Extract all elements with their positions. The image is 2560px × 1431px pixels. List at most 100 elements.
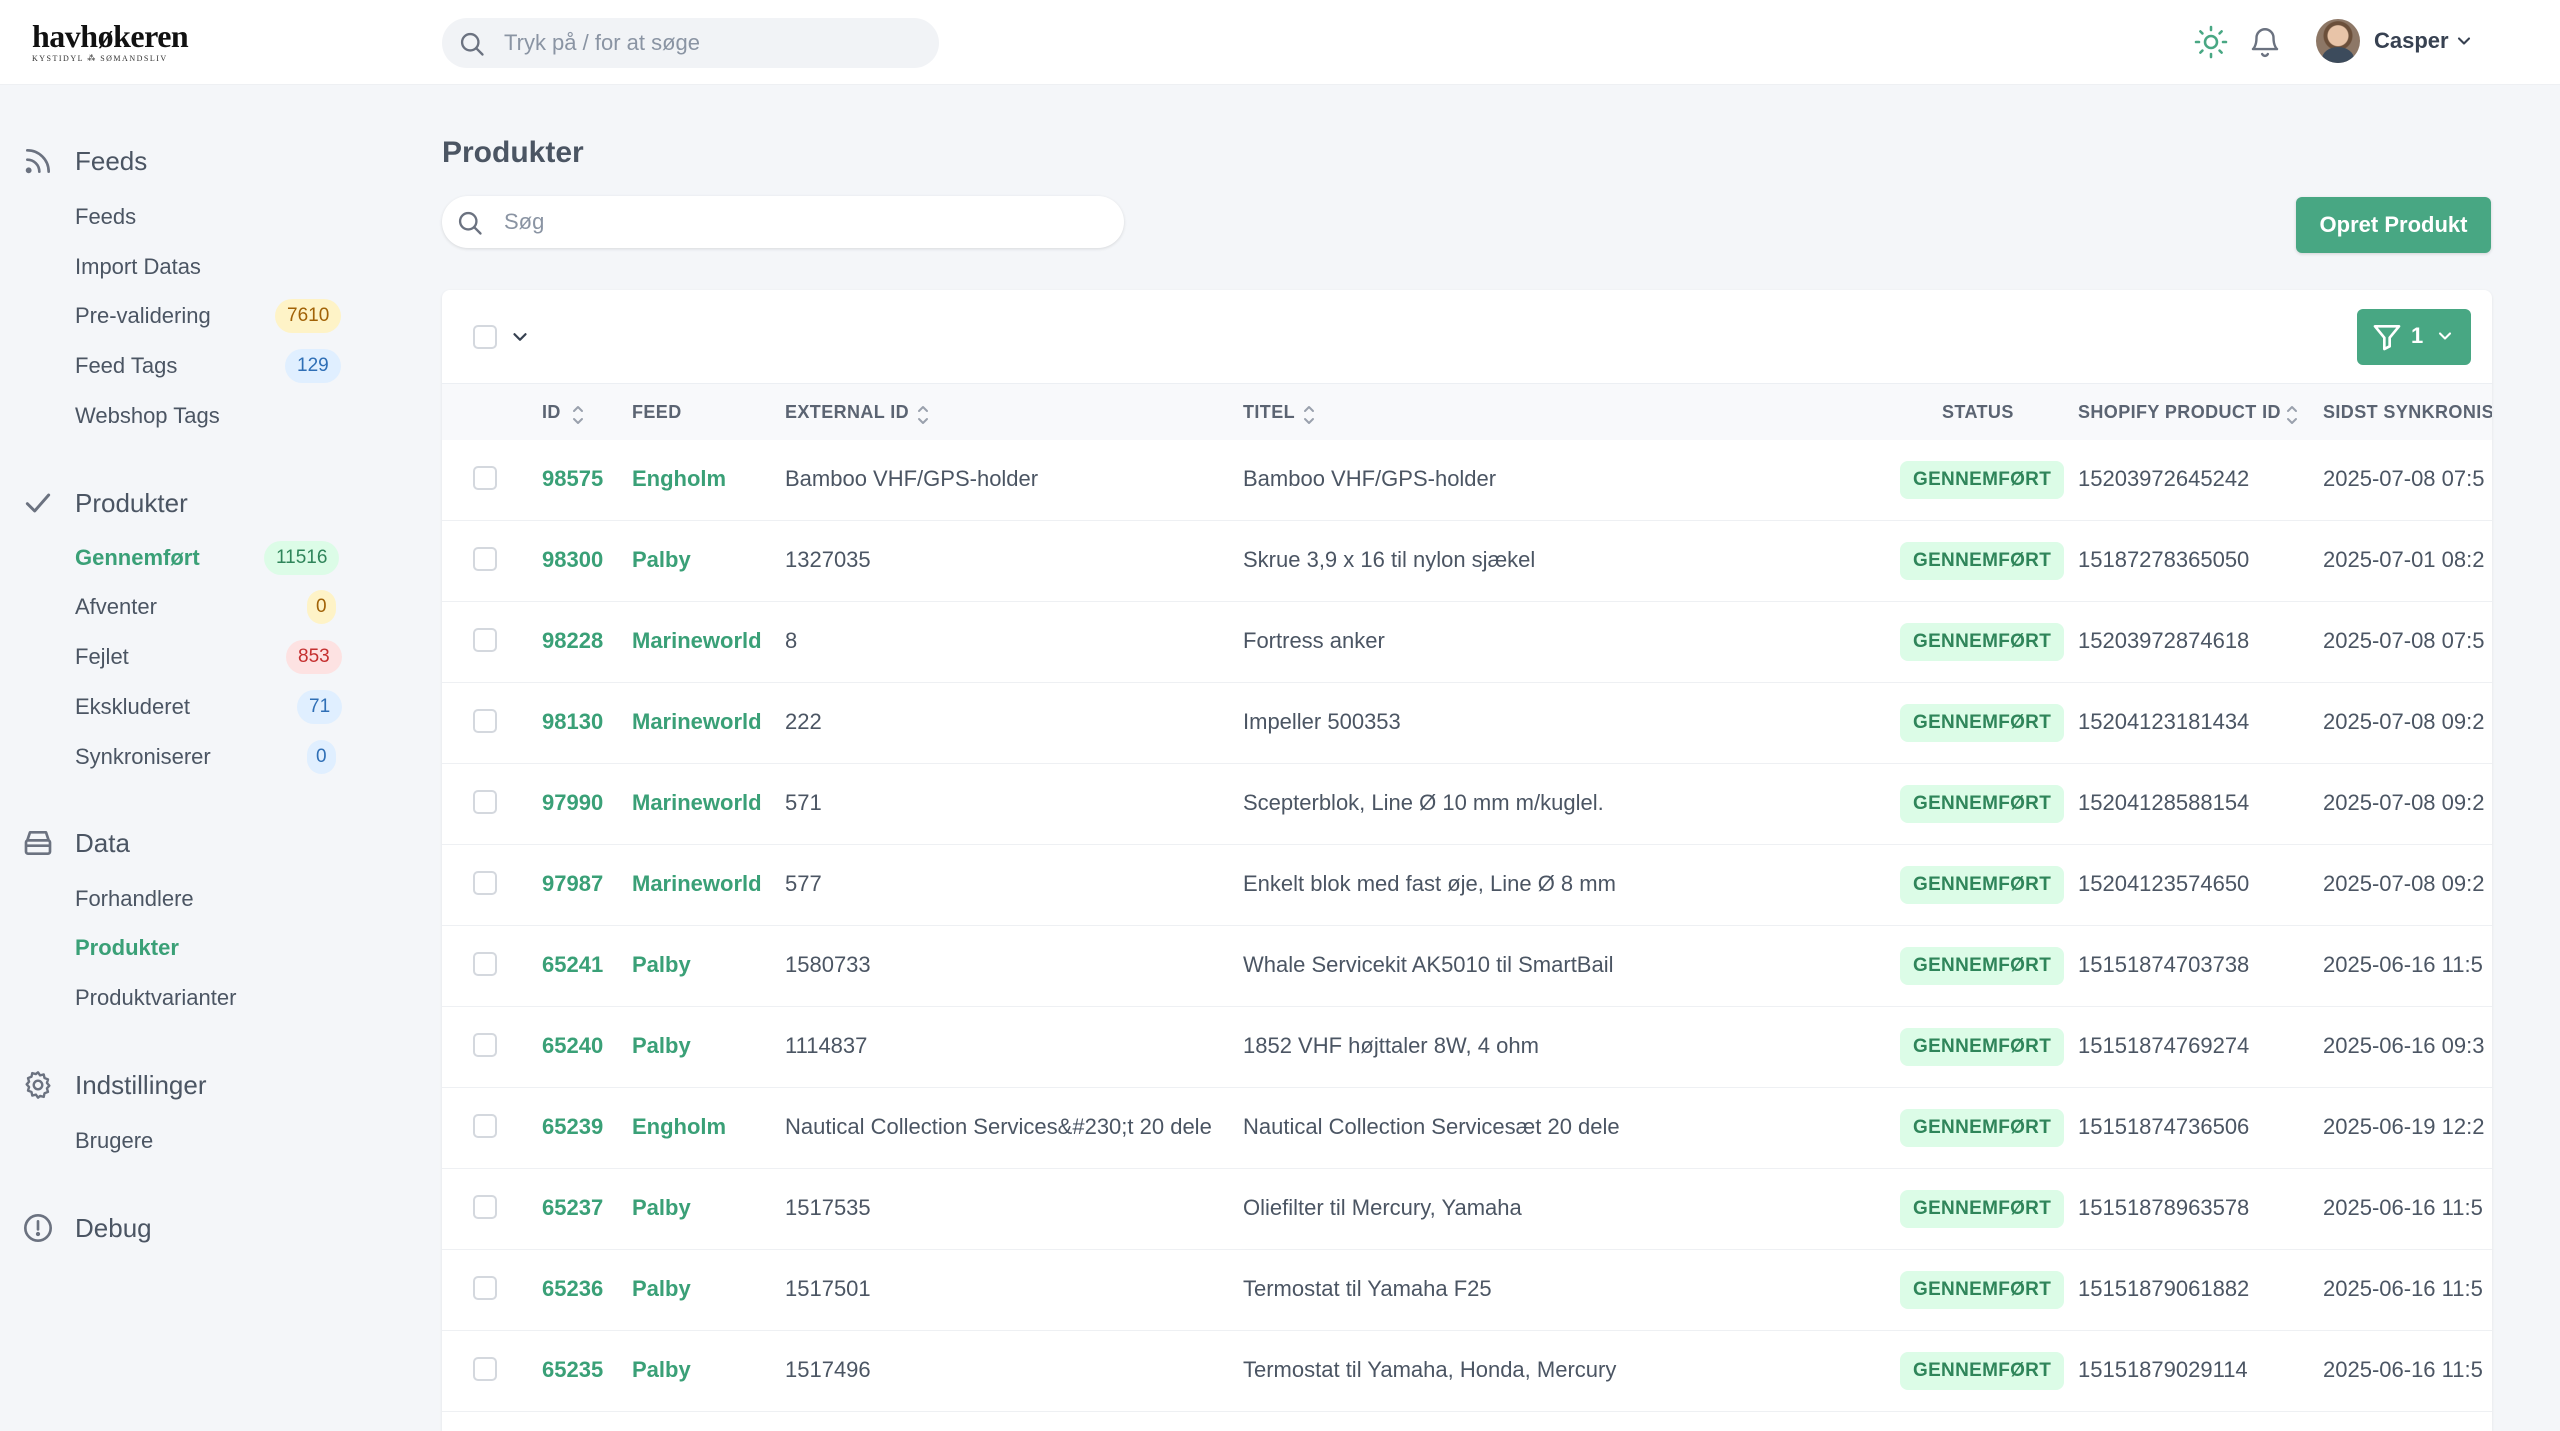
global-search[interactable] [442,18,939,68]
cell-feed[interactable]: Marineworld [632,790,762,816]
row-checkbox[interactable] [473,709,497,733]
product-search-input[interactable] [504,196,1104,248]
table-row[interactable]: 97987 Marineworld 577 Enkelt blok med fa… [442,845,2492,926]
cell-id[interactable]: 65235 [542,1357,603,1383]
table-row[interactable]: 98228 Marineworld 8 Fortress anker GENNE… [442,602,2492,683]
table-row[interactable]: 65236 Palby 1517501 Termostat til Yamaha… [442,1250,2492,1331]
cell-id[interactable]: 97987 [542,871,603,897]
cell-id[interactable]: 98130 [542,709,603,735]
sort-icon [570,402,586,433]
cell-feed[interactable]: Palby [632,952,691,978]
sidebar-item-afventer[interactable]: Afventer 0 [75,588,345,624]
sidebar-item-produkter[interactable]: Produkter [75,929,345,965]
sidebar-item-label: Import Datas [75,254,201,279]
table-row[interactable]: 65241 Palby 1580733 Whale Servicekit AK5… [442,926,2492,1007]
sidebar-item-ekskluderet[interactable]: Ekskluderet 71 [75,688,345,724]
row-checkbox[interactable] [473,1114,497,1138]
table-row[interactable]: 98575 Engholm Bamboo VHF/GPS-holder Bamb… [442,440,2492,521]
sidebar-section-label: Data [75,828,130,858]
cell-synced: 2025-06-16 11:5 [2323,1195,2483,1220]
cell-feed[interactable]: Palby [632,1033,691,1059]
sidebar-item-feeds[interactable]: Feeds [75,198,345,234]
cell-feed[interactable]: Marineworld [632,871,762,897]
sidebar-item-fejlet[interactable]: Fejlet 853 [75,638,345,674]
row-checkbox[interactable] [473,1357,497,1381]
sidebar-item-label: Feed Tags [75,353,178,378]
row-checkbox[interactable] [473,547,497,571]
sidebar-item-webshop-tags[interactable]: Webshop Tags [75,397,345,433]
row-checkbox[interactable] [473,628,497,652]
cell-feed[interactable]: Palby [632,547,691,573]
cell-feed[interactable]: Palby [632,1276,691,1302]
column-header-external-id[interactable]: EXTERNAL ID [785,402,928,424]
table-row[interactable]: 97990 Marineworld 571 Scepterblok, Line … [442,764,2492,845]
cell-feed[interactable]: Engholm [632,466,726,492]
cell-id[interactable]: 97990 [542,790,603,816]
row-checkbox[interactable] [473,790,497,814]
cell-external-id: 1580733 [785,952,871,977]
cell-feed[interactable]: Marineworld [632,709,762,735]
cell-shopify-id: 15204128588154 [2078,790,2250,815]
products-table-card: 1 ID FEED EXTERNAL ID TITEL STATUS SHOPI… [442,290,2492,1431]
row-checkbox[interactable] [473,952,497,976]
archive-icon [22,827,54,864]
cell-feed[interactable]: Marineworld [632,628,762,654]
select-all-checkbox[interactable] [473,325,497,349]
chevron-down-icon[interactable] [509,326,531,353]
column-header-sidst-synkroniseret[interactable]: SIDST SYNKRONISERET [2323,402,2492,423]
sidebar-item-feed-tags[interactable]: Feed Tags 129 [75,347,345,383]
count-badge: 0 [307,740,336,774]
row-checkbox[interactable] [473,1276,497,1300]
logo[interactable]: havhøkeren KYSTIDYL ⁂ SØMANDSLIV [32,20,192,63]
sidebar-item-produktvarianter[interactable]: Produktvarianter [75,979,345,1015]
column-header-status[interactable]: STATUS [1942,402,2014,423]
create-product-button[interactable]: Opret Produkt [2296,197,2491,253]
sidebar-item-label: Webshop Tags [75,403,220,428]
table-row[interactable]: 98130 Marineworld 222 Impeller 500353 GE… [442,683,2492,764]
table-row[interactable]: 65240 Palby 1114837 1852 VHF højttaler 8… [442,1007,2492,1088]
row-checkbox[interactable] [473,1033,497,1057]
table-row[interactable]: 65235 Palby 1517496 Termostat til Yamaha… [442,1331,2492,1412]
cell-feed[interactable]: Engholm [632,1114,726,1140]
table-row[interactable]: 98300 Palby 1327035 Skrue 3,9 x 16 til n… [442,521,2492,602]
column-header-shopify-product-id[interactable]: SHOPIFY PRODUCT ID [2078,402,2297,424]
row-checkbox[interactable] [473,1195,497,1219]
sidebar-item-brugere[interactable]: Brugere [75,1122,345,1158]
sidebar-item-label: Pre-validering [75,303,211,328]
sidebar-item-pre-validering[interactable]: Pre-validering 7610 [75,297,345,333]
product-search[interactable] [442,196,1124,248]
sidebar-item-label: Ekskluderet [75,694,190,719]
row-checkbox[interactable] [473,871,497,895]
bell-icon[interactable] [2248,24,2282,65]
cell-id[interactable]: 98228 [542,628,603,654]
column-header-id[interactable]: ID [542,402,583,424]
table-row[interactable]: 65239 Engholm Nautical Collection Servic… [442,1088,2492,1169]
sidebar-item-gennemfort[interactable]: Gennemført 11516 [75,539,345,575]
sidebar-item-forhandlere[interactable]: Forhandlere [75,880,345,916]
cell-id[interactable]: 65237 [542,1195,603,1221]
cell-id[interactable]: 65241 [542,952,603,978]
cell-id[interactable]: 98300 [542,547,603,573]
row-checkbox[interactable] [473,466,497,490]
cell-shopify-id: 15204123181434 [2078,709,2250,734]
filter-button[interactable]: 1 [2357,309,2471,365]
cell-external-id: 1517501 [785,1276,871,1301]
column-header-feed[interactable]: FEED [632,402,682,423]
cell-feed[interactable]: Palby [632,1195,691,1221]
cell-shopify-id: 15151878963578 [2078,1195,2250,1220]
cell-id[interactable]: 65240 [542,1033,603,1059]
cell-id[interactable]: 65239 [542,1114,603,1140]
column-header-titel[interactable]: TITEL [1243,402,1314,424]
cell-external-id: 1114837 [785,1033,868,1058]
global-search-input[interactable] [504,18,924,68]
sun-icon[interactable] [2193,24,2229,65]
table-row[interactable]: 65237 Palby 1517535 Oliefilter til Mercu… [442,1169,2492,1250]
chevron-down-icon [2435,326,2455,349]
sidebar-item-synkroniserer[interactable]: Synkroniserer 0 [75,738,345,774]
cell-feed[interactable]: Palby [632,1357,691,1383]
cell-id[interactable]: 98575 [542,466,603,492]
gear-icon [22,1069,54,1106]
cell-external-id: 571 [785,790,822,815]
sidebar-item-import-datas[interactable]: Import Datas [75,248,345,284]
cell-id[interactable]: 65236 [542,1276,603,1302]
